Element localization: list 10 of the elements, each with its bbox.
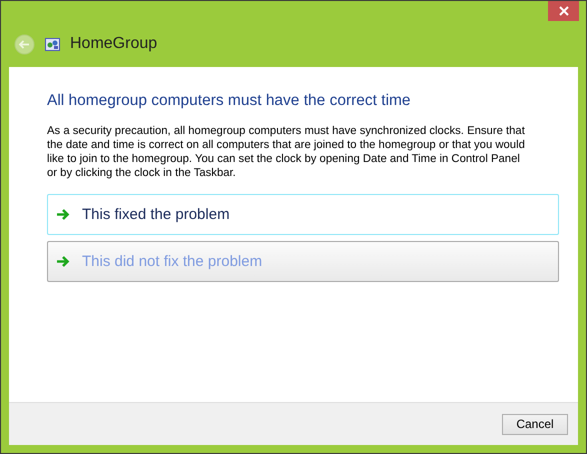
option-link[interactable]: This fixed the problem — [47, 194, 559, 236]
arrow-icon — [56, 255, 70, 268]
cancel-button[interactable]: Cancel — [502, 414, 568, 434]
close-button[interactable] — [548, 1, 579, 21]
description: As a security precaution, all homegroup computers must have synchronized clocks. Ensure that the date and time is correct on all computers that are joined to the homegroup or that you would like to join to the homegroup. You can set the clock by opening Date and Time in Control Panel or by clicking the clock in the Taskbar. — [47, 124, 526, 180]
heading: All homegroup computers must have the correct time — [47, 91, 412, 111]
homegroup-icon — [45, 38, 60, 50]
arrow-icon — [56, 208, 70, 222]
window-title: HomeGroup — [70, 34, 158, 54]
close-icon — [558, 6, 568, 16]
